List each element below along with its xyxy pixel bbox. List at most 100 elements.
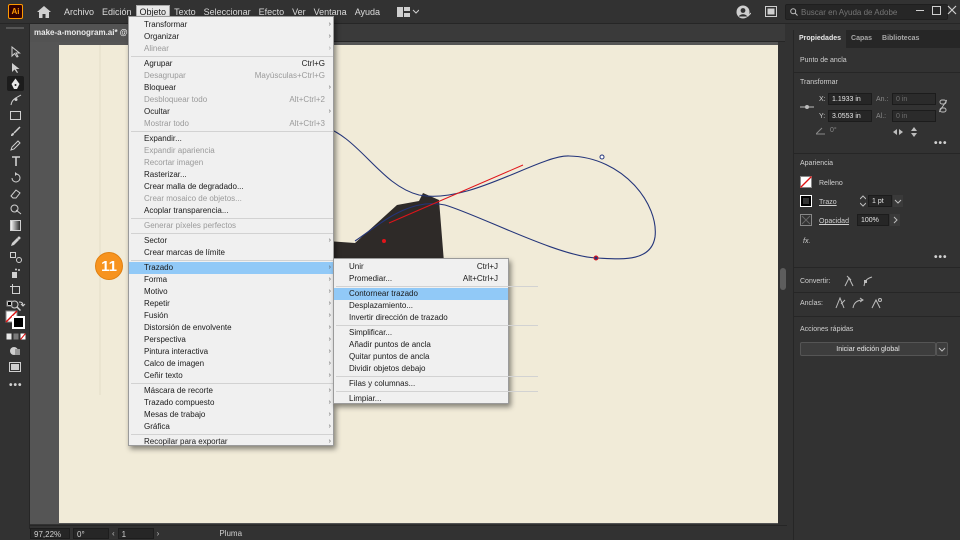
menu-item-perspectiva[interactable]: Perspectiva › <box>129 334 335 346</box>
tab-propiedades[interactable]: Propiedades <box>794 30 847 48</box>
maximize-button[interactable] <box>932 6 941 15</box>
menu-item-calco-de-imagen[interactable]: Calco de imagen › <box>129 358 335 370</box>
opacity-label[interactable]: Opacidad <box>819 218 849 225</box>
blend-tool[interactable] <box>7 250 24 265</box>
gradient-tool[interactable] <box>7 218 24 233</box>
direct-selection-tool[interactable] <box>7 60 24 75</box>
help-search[interactable] <box>785 4 948 20</box>
shape-builder-tool[interactable] <box>7 202 24 217</box>
app-logo[interactable]: Ai <box>8 4 23 19</box>
stroke-swatch-icon[interactable] <box>800 195 812 207</box>
paintbrush-tool[interactable] <box>7 124 24 139</box>
menu-item-motivo[interactable]: Motivo › <box>129 286 335 298</box>
first-artboard-icon[interactable]: ‹ <box>112 529 115 538</box>
y-field[interactable]: 3.0553 in <box>828 110 872 122</box>
rotation-field[interactable]: 0° <box>73 527 109 539</box>
global-edit-options-button[interactable] <box>936 342 948 356</box>
connect-anchors-icon[interactable] <box>852 297 864 309</box>
artboard-number-field[interactable]: 1 <box>117 527 154 539</box>
menu-item-promediar[interactable]: Promediar... Alt+Ctrl+J <box>334 273 508 285</box>
chevron-down-icon[interactable] <box>893 195 903 207</box>
workspace-switcher-icon[interactable] <box>397 6 420 17</box>
cut-path-icon[interactable] <box>870 297 882 309</box>
tab-bibliotecas[interactable]: Bibliotecas <box>877 30 924 48</box>
menu-item-filas-y-columnas[interactable]: Filas y columnas... <box>334 378 508 390</box>
next-artboard-icon[interactable]: › <box>157 529 160 538</box>
menu-item-rasterizar[interactable]: Rasterizar... <box>129 169 335 181</box>
artboard-tool[interactable] <box>7 282 24 297</box>
menu-item-bloquear[interactable]: Bloquear › <box>129 82 335 94</box>
transform-more-icon[interactable]: ••• <box>934 138 948 149</box>
convert-smooth-icon[interactable] <box>863 275 873 287</box>
menu-item-fusión[interactable]: Fusión › <box>129 310 335 322</box>
pen-tool[interactable] <box>7 76 24 91</box>
minimize-button[interactable] <box>916 10 924 11</box>
menu-item-sector[interactable]: Sector › <box>129 235 335 247</box>
more-tools-icon[interactable]: ••• <box>9 380 23 391</box>
symbol-sprayer-tool[interactable] <box>7 266 24 281</box>
menu-item-expandir[interactable]: Expandir... <box>129 133 335 145</box>
menu-item-trazado-compuesto[interactable]: Trazado compuesto › <box>129 397 335 409</box>
menu-item-añadir-puntos-de-ancla[interactable]: Añadir puntos de ancla <box>334 339 508 351</box>
menu-ayuda[interactable]: Ayuda <box>352 6 383 18</box>
menu-item-crear-marcas-de-límite[interactable]: Crear marcas de límite <box>129 247 335 259</box>
stroke-stepper-icon[interactable] <box>860 195 866 207</box>
rectangle-tool[interactable] <box>7 108 24 123</box>
flip-vertical-icon[interactable] <box>910 127 918 137</box>
search-input[interactable] <box>801 7 931 17</box>
home-icon[interactable] <box>37 5 51 18</box>
document-tab[interactable]: make-a-monogram.ai* @ 9 <box>30 24 130 42</box>
menu-item-pintura-interactiva[interactable]: Pintura interactiva › <box>129 346 335 358</box>
convert-corner-icon[interactable] <box>844 275 854 287</box>
toolbar-grip[interactable] <box>6 27 24 29</box>
drawing-mode-icon[interactable] <box>9 346 21 356</box>
menu-item-agrupar[interactable]: Agrupar Ctrl+G <box>129 58 335 70</box>
constrain-proportions-icon[interactable] <box>939 99 947 113</box>
selection-tool[interactable] <box>7 44 24 59</box>
x-field[interactable]: 1.1933 in <box>828 93 872 105</box>
flip-horizontal-icon[interactable] <box>893 128 903 136</box>
menu-item-dividir-objetos-debajo[interactable]: Dividir objetos debajo <box>334 363 508 375</box>
vertical-scroll-thumb[interactable] <box>780 268 786 290</box>
menu-item-quitar-puntos-de-ancla[interactable]: Quitar puntos de ancla <box>334 351 508 363</box>
menu-item-recopilar-para-exportar[interactable]: Recopilar para exportar › <box>129 436 335 448</box>
stroke-weight-field[interactable]: 1 pt <box>868 195 892 207</box>
color-modes-icon[interactable] <box>6 333 26 341</box>
menu-item-transformar[interactable]: Transformar › <box>129 19 335 31</box>
pencil-tool[interactable] <box>7 138 24 153</box>
zoom-field[interactable]: 97,22% <box>30 527 70 539</box>
opacity-icon[interactable] <box>800 214 812 226</box>
close-icon[interactable] <box>947 5 957 15</box>
menu-item-simplificar[interactable]: Simplificar... <box>334 327 508 339</box>
menu-item-limpiar[interactable]: Limpiar... <box>334 393 508 405</box>
menu-item-forma[interactable]: Forma › <box>129 274 335 286</box>
angle-value[interactable]: 0° <box>830 127 837 134</box>
fill-stroke-swatch-icon[interactable] <box>5 299 27 329</box>
eyedropper-tool[interactable] <box>7 234 24 249</box>
screen-mode-icon[interactable] <box>9 362 21 372</box>
menu-item-organizar[interactable]: Organizar › <box>129 31 335 43</box>
menu-item-mesas-de-trabajo[interactable]: Mesas de trabajo › <box>129 409 335 421</box>
height-field[interactable]: 0 in <box>892 110 936 122</box>
menu-item-gráfica[interactable]: Gráfica › <box>129 421 335 433</box>
stroke-label[interactable]: Trazo <box>819 199 837 206</box>
arrange-documents-icon[interactable] <box>765 6 777 17</box>
rotate-tool[interactable] <box>7 170 24 185</box>
reference-point-icon[interactable] <box>800 103 814 111</box>
menu-item-máscara-de-recorte[interactable]: Máscara de recorte › <box>129 385 335 397</box>
menu-item-trazado[interactable]: Trazado › <box>129 262 335 274</box>
fx-button[interactable]: fx. <box>803 238 810 245</box>
remove-anchor-icon[interactable] <box>834 297 846 309</box>
eraser-tool[interactable] <box>7 186 24 201</box>
curvature-tool[interactable] <box>7 92 24 107</box>
type-tool[interactable] <box>7 154 24 169</box>
chevron-right-icon[interactable] <box>890 214 900 226</box>
menu-item-ceñir-texto[interactable]: Ceñir texto › <box>129 370 335 382</box>
tab-capas[interactable]: Capas <box>846 30 877 48</box>
menu-item-invertir-dirección-de-trazado[interactable]: Invertir dirección de trazado <box>334 312 508 324</box>
menu-item-ocultar[interactable]: Ocultar › <box>129 106 335 118</box>
menu-item-contornear-trazado[interactable]: Contornear trazado <box>334 288 508 300</box>
menu-item-distorsión-de-envolvente[interactable]: Distorsión de envolvente › <box>129 322 335 334</box>
menu-item-acoplar-transparencia[interactable]: Acoplar transparencia... <box>129 205 335 217</box>
menu-archivo[interactable]: Archivo <box>61 6 97 18</box>
